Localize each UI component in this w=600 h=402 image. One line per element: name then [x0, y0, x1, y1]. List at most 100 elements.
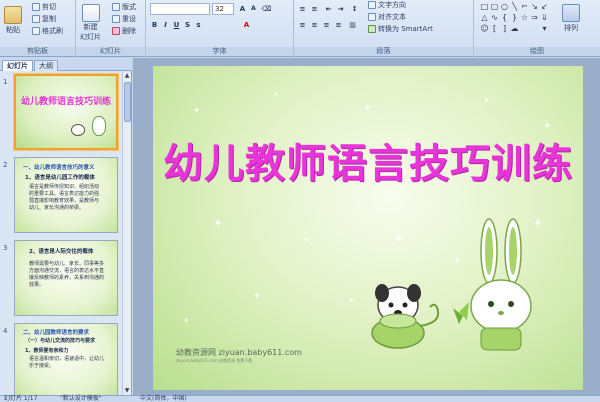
shape-bracket-icon[interactable]: [	[490, 24, 499, 33]
reset-icon	[112, 15, 120, 23]
align-left-icon[interactable]: ≡	[298, 20, 307, 29]
paragraph-group: ≡ ≡ ⇤ ⇥ ↕ ≡ ≡ ≡ ≡ ▥ 文字方向 对齐文本 转换为 SmartA…	[294, 0, 474, 57]
shape-cloud-icon[interactable]: ☁	[510, 24, 519, 33]
shape-elbow-icon[interactable]: ⌐	[520, 2, 529, 11]
bold-icon[interactable]: B	[150, 20, 159, 29]
new-slide-label-2: 幻灯片	[80, 33, 101, 41]
columns-icon[interactable]: ▥	[348, 20, 357, 29]
shrink-font-icon[interactable]: A	[249, 4, 258, 13]
strikethrough-icon[interactable]: S	[183, 20, 192, 29]
arrange-label: 排列	[564, 24, 578, 32]
thumbnail-row: 1 幼儿教师语言技巧训练	[0, 74, 122, 155]
align-right-icon[interactable]: ≡	[322, 20, 331, 29]
shadow-icon[interactable]: s	[194, 20, 203, 29]
justify-icon[interactable]: ≡	[334, 20, 343, 29]
slides-group: 新建 幻灯片 版式 重设 删除 幻灯片	[76, 0, 146, 57]
shape-brace-2-icon[interactable]: }	[510, 13, 519, 22]
shape-bracket-2-icon[interactable]: ]	[500, 24, 509, 33]
shape-down-icon[interactable]: ⇓	[540, 13, 549, 22]
shape-more-icon[interactable]: ▾	[540, 24, 549, 33]
shape-smile-icon[interactable]: ☺	[480, 24, 489, 33]
shape-rectangle-icon[interactable]: □	[480, 2, 489, 11]
slide-thumbnail-2[interactable]: 一、幼儿教师语言技巧的意义 1、语言是幼儿园工作的载体 语言是教师传授知识、组织…	[14, 157, 118, 233]
slide-counter: 幻灯片 1/17	[4, 395, 38, 402]
font-group-label: 字体	[146, 47, 293, 56]
thumbnail-row: 3 2、语言是人际交往的载体 教师需要与幼儿、家长、同事等多方面沟通交流，语言的…	[0, 240, 122, 321]
slide-canvas: ✦ ✦ ✦ ✦ ✦ ✦ ✦ ✦ ✦ ✦ ✦ ✦ ✦ ✦ 幼儿教师语言技巧训练 幼…	[133, 58, 600, 395]
dog-illustration	[371, 284, 440, 349]
underline-icon[interactable]: U	[172, 20, 181, 29]
font-size-field[interactable]: 32	[212, 3, 234, 15]
copy-icon	[32, 15, 40, 23]
drawing-group-label: 绘图	[474, 47, 600, 56]
shape-curve-icon[interactable]: ∿	[490, 13, 499, 22]
copy-label: 复制	[42, 15, 56, 23]
shape-brace-icon[interactable]: {	[500, 13, 509, 22]
arrange-button[interactable]: 排列	[562, 4, 580, 33]
scroll-down-icon[interactable]: ▼	[123, 387, 131, 395]
grow-font-icon[interactable]: A	[238, 4, 247, 13]
paste-label: 粘贴	[6, 26, 20, 34]
clear-format-icon[interactable]: ⌫	[262, 4, 272, 13]
smartart-button[interactable]: 转换为 SmartArt	[368, 24, 433, 34]
increase-indent-icon[interactable]: ⇥	[336, 4, 345, 13]
slide-thumbnail-4[interactable]: 二、幼儿园教师语言的要求 （一）与幼儿交流的技巧与要求 1、教师要有亲和力 语言…	[14, 323, 118, 395]
decrease-indent-icon[interactable]: ⇤	[324, 4, 333, 13]
status-bar: 幻灯片 1/17 "默认设计模板" 中文(简体，中国)	[0, 395, 600, 402]
shape-triangle-icon[interactable]: △	[480, 13, 489, 22]
align-center-icon[interactable]: ≡	[310, 20, 319, 29]
thumbnail-title: 幼儿教师语言技巧训练	[20, 97, 111, 107]
slide-title[interactable]: 幼儿教师语言技巧训练	[153, 131, 583, 189]
shape-arrow-right-icon[interactable]: ⇒	[530, 13, 539, 22]
cut-button[interactable]: 剪切	[32, 2, 56, 12]
arrange-icon	[562, 4, 580, 22]
shape-star-icon[interactable]: ☆	[520, 13, 529, 22]
paragraph-group-label: 段落	[294, 47, 473, 56]
italic-icon[interactable]: I	[161, 20, 170, 29]
delete-label: 删除	[122, 27, 136, 35]
thumbnail-heading: 2、语言是人际交往的载体	[29, 249, 94, 255]
thumbnail-dog-icon	[71, 124, 85, 136]
bullets-icon[interactable]: ≡	[298, 4, 307, 13]
new-slide-icon	[81, 4, 100, 22]
star-icon: ✦	[393, 231, 405, 247]
font-group: 32 A A ⌫ B I U S s A 字体	[146, 0, 294, 57]
thumbnail-list: 1 幼儿教师语言技巧训练 2 一、幼儿教师语言技巧的意义 1、语言是幼儿园工作的…	[0, 72, 122, 395]
slide-thumbnail-3[interactable]: 2、语言是人际交往的载体 教师需要与幼儿、家长、同事等多方面沟通交流，语言的表达…	[14, 240, 118, 316]
slide-thumbnail-1[interactable]: 幼儿教师语言技巧训练	[14, 74, 118, 150]
shape-arrow-icon[interactable]: ↘	[530, 2, 539, 11]
drawing-group: □ ▢ ○ ╲ ⌐ ↘ ↙ △ ∿ { } ☆ ⇒ ⇓ ☺ [ ] ☁ ▾ 排列…	[474, 0, 600, 57]
shape-rounded-rect-icon[interactable]: ▢	[490, 2, 499, 11]
pane-tabs: 幻灯片 大纲	[0, 58, 132, 71]
text-direction-label: 文字方向	[378, 1, 406, 9]
reset-button[interactable]: 重设	[112, 14, 136, 24]
font-name-field[interactable]	[150, 3, 210, 15]
current-slide[interactable]: ✦ ✦ ✦ ✦ ✦ ✦ ✦ ✦ ✦ ✦ ✦ ✦ ✦ ✦ 幼儿教师语言技巧训练 幼…	[153, 66, 583, 390]
tab-slides[interactable]: 幻灯片	[2, 60, 33, 71]
shape-arrow-2-icon[interactable]: ↙	[540, 2, 549, 11]
scissors-icon	[32, 3, 40, 11]
align-text-button[interactable]: 对齐文本	[368, 12, 406, 22]
format-painter-button[interactable]: 格式刷	[32, 26, 63, 36]
delete-slide-button[interactable]: 删除	[112, 26, 136, 36]
font-color-icon[interactable]: A	[242, 20, 251, 29]
text-direction-button[interactable]: 文字方向	[368, 0, 406, 10]
layout-button[interactable]: 版式	[112, 2, 136, 12]
language-indicator[interactable]: 中文(简体，中国)	[140, 396, 187, 402]
copy-button[interactable]: 复制	[32, 14, 56, 24]
tab-outline[interactable]: 大纲	[34, 60, 58, 71]
line-spacing-icon[interactable]: ↕	[350, 4, 359, 13]
scroll-thumb[interactable]	[124, 82, 131, 122]
footer-small-text: ziyuan.baby611.com 幼教资源 免费下载	[176, 358, 253, 363]
thumbnail-subheading-2: 1、教师要有亲和力	[25, 348, 69, 354]
numbering-icon[interactable]: ≡	[310, 4, 319, 13]
smartart-icon	[368, 25, 376, 33]
shape-oval-icon[interactable]: ○	[500, 2, 509, 11]
scroll-up-icon[interactable]: ▲	[123, 72, 131, 80]
thumbnail-scrollbar[interactable]: ▲ ▼	[122, 72, 131, 395]
thumbnail-body: 教师需要与幼儿、家长、同事等多方面沟通交流，语言的表达水平直接反映教师的素养，关…	[29, 261, 105, 288]
paste-button[interactable]: 粘贴	[4, 6, 22, 35]
new-slide-button[interactable]: 新建 幻灯片	[80, 4, 101, 42]
shape-line-icon[interactable]: ╲	[510, 2, 519, 11]
thumbnail-row: 2 一、幼儿教师语言技巧的意义 1、语言是幼儿园工作的载体 语言是教师传授知识、…	[0, 157, 122, 238]
